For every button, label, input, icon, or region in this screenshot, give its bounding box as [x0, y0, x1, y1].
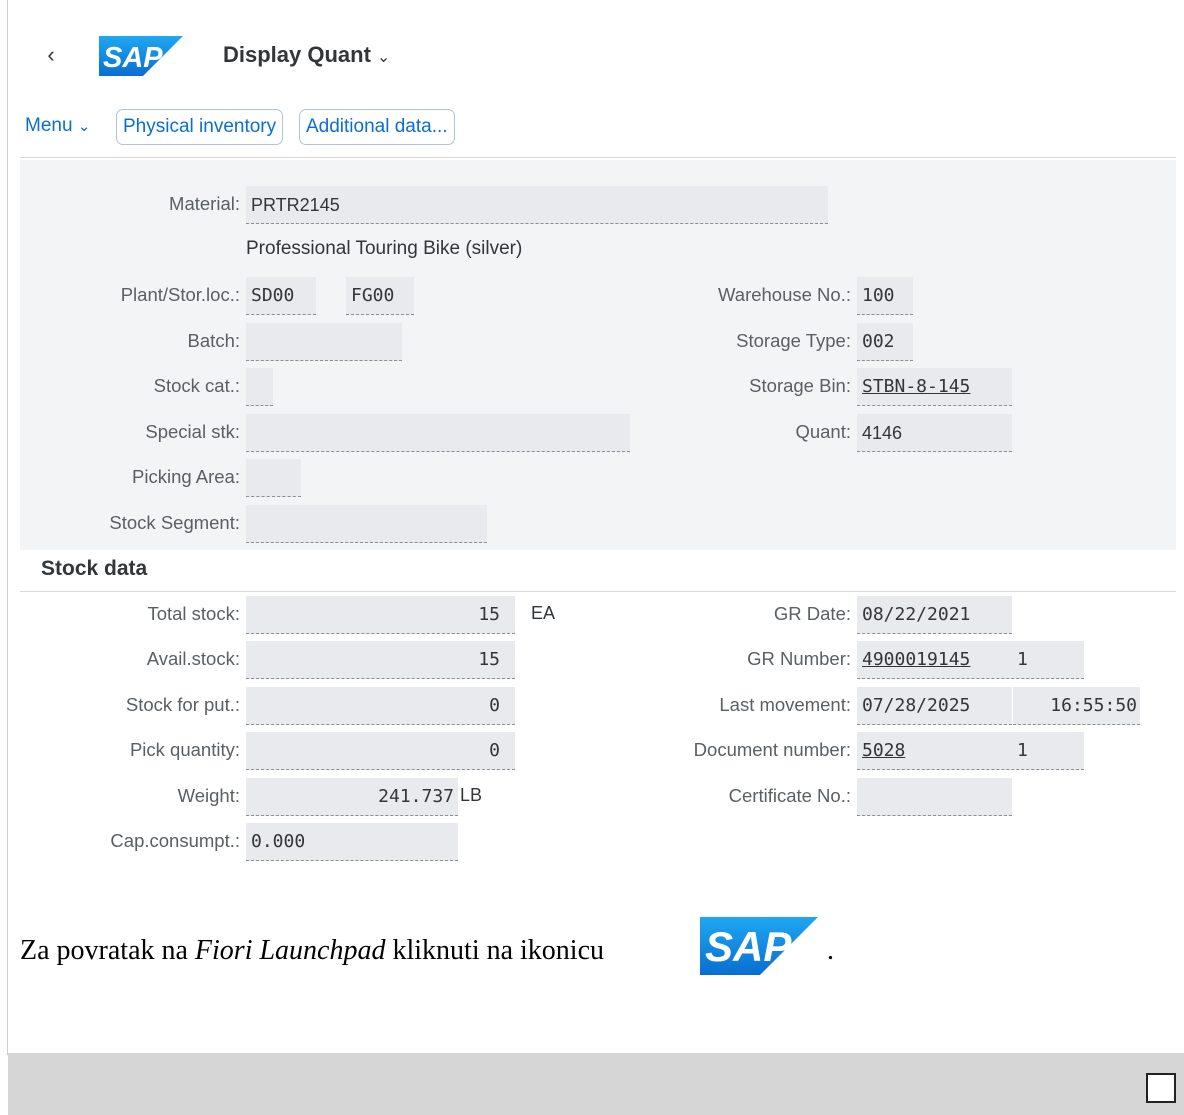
instruction-text-start: Za povratak na [20, 935, 195, 966]
storage-type-label: Storage Type: [736, 330, 851, 351]
stock-category-label: Stock cat.: [153, 375, 240, 396]
weight-field[interactable]: 241.737 [246, 778, 458, 816]
gr-date-field[interactable]: 08/22/2021 [857, 596, 1012, 634]
storage-bin-label: Storage Bin: [749, 375, 851, 396]
last-movement-date-field[interactable]: 07/28/2025 [857, 687, 1012, 725]
weight-unit: LB [460, 785, 483, 805]
avail-stock-field[interactable]: 15 [246, 641, 515, 679]
chevron-down-icon: ⌄ [376, 49, 391, 66]
instruction-text: Za povratak na Fiori Launchpad kliknuti … [20, 935, 604, 967]
storage-type-field[interactable]: 002 [857, 323, 913, 361]
last-movement-label: Last movement: [719, 694, 851, 715]
page-left-border [0, 0, 8, 1055]
stock-data-heading: Stock data [41, 557, 148, 580]
special-stock-label: Special stk: [145, 421, 240, 442]
picking-area-field[interactable] [246, 459, 301, 497]
plant-label: Plant/Stor.loc.: [120, 284, 240, 305]
instruction-period: . [827, 935, 834, 966]
document-number-link[interactable]: 5028 [862, 740, 905, 761]
plant-field[interactable]: SD00 [246, 277, 316, 315]
material-label: Material: [169, 193, 240, 214]
weight-label: Weight: [177, 785, 240, 806]
total-stock-label: Total stock: [147, 603, 240, 624]
capacity-consumption-label: Cap.consumpt.: [110, 830, 240, 851]
gr-number-label: GR Number: [747, 648, 851, 669]
gr-number-link[interactable]: 4900019145 [862, 649, 970, 670]
document-number-field[interactable]: 5028 1 [857, 732, 1084, 770]
warehouse-label: Warehouse No.: [718, 284, 851, 305]
checkbox[interactable] [1146, 1073, 1176, 1103]
total-stock-field[interactable]: 15 [246, 596, 515, 634]
page-title[interactable]: Display Quant ⌄ [223, 42, 390, 68]
quant-field[interactable]: 4146 [857, 414, 1012, 452]
stock-for-putaway-label: Stock for put.: [125, 694, 240, 715]
quant-label: Quant: [795, 421, 851, 442]
certificate-number-label: Certificate No.: [728, 785, 851, 806]
svg-text:SAP: SAP [705, 923, 792, 970]
menu-label: Menu [25, 115, 73, 136]
total-stock-unit: EA [531, 603, 556, 623]
picking-area-label: Picking Area: [132, 466, 240, 487]
sap-logo[interactable]: SAP [99, 36, 183, 76]
instruction-text-end: kliknuti na ikonicu [385, 935, 605, 966]
menu-button[interactable]: Menu ⌄ [25, 115, 90, 137]
document-number-label: Document number: [693, 739, 851, 760]
material-description: Professional Touring Bike (silver) [246, 238, 523, 259]
stock-data-divider [20, 591, 1176, 592]
sap-logo-inline: SAP [700, 917, 818, 975]
storage-location-field[interactable]: FG00 [346, 277, 414, 315]
gr-number-item: 1 [1017, 649, 1028, 670]
last-movement-time-field[interactable]: 16:55:50 [1013, 687, 1140, 725]
pick-quantity-field[interactable]: 0 [246, 732, 515, 770]
back-icon[interactable]: ‹ [40, 40, 62, 70]
batch-field[interactable] [246, 323, 402, 361]
storage-bin-link[interactable]: STBN-8-145 [857, 368, 1012, 406]
certificate-number-field[interactable] [857, 778, 1012, 816]
warehouse-field[interactable]: 100 [857, 277, 913, 315]
stock-segment-label: Stock Segment: [109, 512, 240, 533]
document-number-item: 1 [1017, 740, 1028, 761]
page-title-text: Display Quant [223, 42, 371, 67]
physical-inventory-button[interactable]: Physical inventory [116, 109, 284, 145]
pick-quantity-label: Pick quantity: [129, 739, 240, 760]
footer-bar [8, 1053, 1184, 1115]
stock-segment-field[interactable] [246, 505, 487, 543]
special-stock-field[interactable] [246, 414, 630, 452]
stock-category-field[interactable] [246, 368, 273, 406]
gr-date-label: GR Date: [773, 603, 851, 624]
avail-stock-label: Avail.stock: [146, 648, 240, 669]
toolbar-divider [20, 157, 1176, 158]
stock-for-putaway-field[interactable]: 0 [246, 687, 515, 725]
instruction-text-italic: Fiori Launchpad [194, 935, 386, 966]
chevron-down-icon: ⌄ [77, 118, 91, 135]
svg-text:SAP: SAP [103, 42, 163, 74]
capacity-consumption-field[interactable]: 0.000 [246, 823, 458, 861]
gr-number-field[interactable]: 4900019145 1 [857, 641, 1084, 679]
material-field[interactable]: PRTR2145 [246, 186, 828, 224]
additional-data-button[interactable]: Additional data... [299, 109, 455, 145]
batch-label: Batch: [187, 330, 240, 351]
